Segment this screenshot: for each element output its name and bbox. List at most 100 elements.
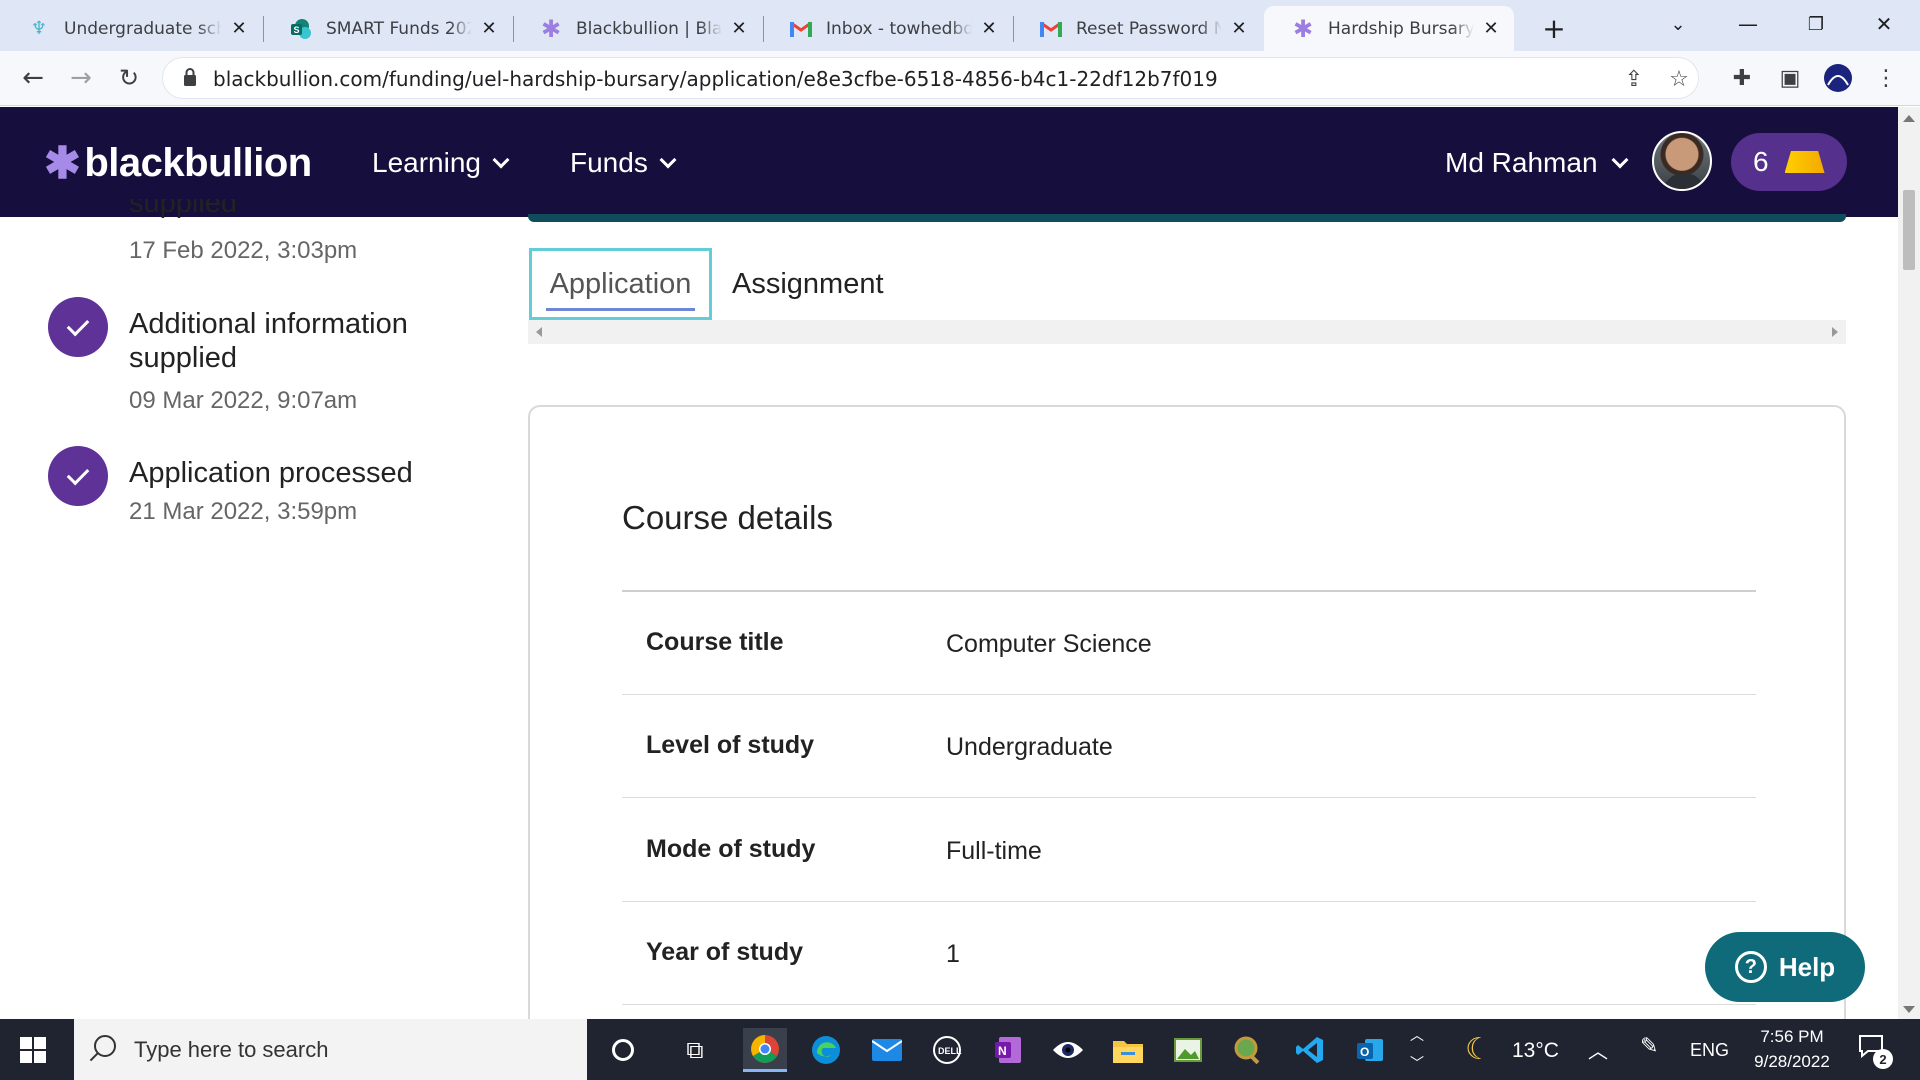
scroll-right-icon[interactable]	[1832, 327, 1838, 337]
lock-icon[interactable]	[183, 67, 197, 87]
nav-learning[interactable]: Learning	[372, 147, 510, 179]
clock-time[interactable]: 7:56 PM	[1752, 1027, 1832, 1047]
detail-row-mode-of-study: Mode of study Full-time	[622, 799, 1756, 902]
timeline-item: Application processed 21 Mar 2022, 3:59p…	[129, 456, 529, 526]
chevron-down-icon	[1611, 151, 1629, 168]
avatar[interactable]	[1652, 131, 1712, 191]
url-text: blackbullion.com/funding/uel-hardship-bu…	[213, 67, 1218, 91]
map-app-icon[interactable]	[1226, 1028, 1270, 1072]
window-close-icon[interactable]: ✕	[1854, 6, 1914, 42]
forward-icon[interactable]: →	[62, 59, 100, 97]
page-scrollbar[interactable]	[1898, 107, 1920, 1019]
browser-tab-inbox[interactable]: Inbox - towhedbds ✕	[762, 6, 1012, 51]
address-bar[interactable]: blackbullion.com/funding/uel-hardship-bu…	[162, 57, 1699, 99]
windows-taskbar: Type here to search ⧉ DELL N O ︿ ﹀ ☾ 13°…	[0, 1019, 1920, 1080]
svg-text:S: S	[294, 25, 300, 35]
bookmark-star-icon[interactable]: ☆	[1664, 65, 1694, 93]
timeline-partial-date: 17 Feb 2022, 3:03pm	[129, 237, 358, 264]
vscode-icon[interactable]	[1288, 1028, 1332, 1072]
browser-tab-blackbullion[interactable]: ✱ Blackbullion | Blackbullion ✕	[512, 6, 762, 51]
tabs-scrollbar[interactable]	[528, 320, 1846, 344]
svg-text:O: O	[1360, 1045, 1369, 1059]
share-icon[interactable]: ⇪	[1619, 65, 1649, 93]
help-button[interactable]: ? Help	[1705, 932, 1865, 1002]
gmail-icon	[790, 18, 812, 40]
taskbar-scroll-up-icon[interactable]: ︿	[1410, 1025, 1424, 1045]
clock-date[interactable]: 9/28/2022	[1745, 1052, 1839, 1072]
chevron-down-icon	[659, 151, 677, 168]
status-banner-edge	[528, 214, 1846, 222]
coins-badge[interactable]: 6	[1731, 133, 1847, 191]
cortana-icon[interactable]	[601, 1028, 645, 1072]
nav-funds-label: Funds	[570, 147, 648, 178]
uel-icon: ♆	[30, 18, 48, 39]
task-view-icon[interactable]: ⧉	[673, 1028, 717, 1072]
blackbullion-icon: ✱	[1292, 14, 1314, 43]
browser-tab-undergraduate[interactable]: ♆ Undergraduate scholarships ✕	[0, 6, 262, 51]
tab-assignment[interactable]: Assignment	[732, 248, 884, 320]
close-tab-icon[interactable]: ✕	[478, 18, 500, 40]
tab-title: Reset Password Notification	[1076, 18, 1222, 39]
check-icon	[48, 446, 108, 506]
help-label: Help	[1778, 951, 1836, 982]
language-indicator[interactable]: ENG	[1690, 1040, 1729, 1061]
timeline-item-date: 09 Mar 2022, 9:07am	[129, 387, 358, 414]
nav-learning-label: Learning	[372, 147, 481, 178]
browser-tab-reset-password[interactable]: Reset Password Notification ✕	[1012, 6, 1262, 51]
check-icon	[48, 297, 108, 357]
close-tab-icon[interactable]: ✕	[978, 18, 1000, 40]
tab-application[interactable]: Application	[529, 248, 712, 320]
svg-text:DELL: DELL	[938, 1046, 962, 1056]
search-icon	[94, 1035, 116, 1057]
blackbullion-logo[interactable]: ✱ blackbullion	[44, 141, 312, 186]
mail-icon[interactable]	[865, 1028, 909, 1072]
taskbar-scroll-down-icon[interactable]: ﹀	[1410, 1053, 1424, 1073]
scrollbar-thumb[interactable]	[1903, 190, 1915, 270]
windows-start-icon[interactable]	[20, 1037, 46, 1063]
nav-funds[interactable]: Funds	[570, 147, 677, 179]
file-explorer-icon[interactable]	[1106, 1028, 1150, 1072]
tab-title: Blackbullion | Blackbullion	[576, 18, 722, 39]
coins-count: 6	[1753, 146, 1769, 177]
gold-bar-icon	[1784, 151, 1825, 173]
scroll-left-icon[interactable]	[536, 327, 542, 337]
moon-weather-icon[interactable]: ☾	[1465, 1032, 1492, 1067]
close-tab-icon[interactable]: ✕	[1228, 18, 1250, 40]
user-menu[interactable]: Md Rahman	[1445, 147, 1629, 179]
browser-tab-hardship-bursary[interactable]: ✱ Hardship Bursary | Blackbullion ✕	[1264, 6, 1514, 51]
chevron-up-icon[interactable]: ︿	[1588, 1035, 1608, 1064]
chrome-menu-icon[interactable]: ⋮	[1868, 60, 1904, 96]
browser-toolbar: ← → ↻ blackbullion.com/funding/uel-hards…	[0, 51, 1920, 106]
scroll-down-icon[interactable]	[1903, 1006, 1915, 1013]
pen-icon[interactable]: ✎	[1640, 1033, 1658, 1059]
new-tab-button[interactable]: +	[1536, 10, 1572, 46]
image-viewer-icon[interactable]	[1166, 1028, 1210, 1072]
browser-tab-smart-funds[interactable]: S SMART Funds 2022 ✕	[262, 6, 512, 51]
extensions-icon[interactable]: ✚	[1724, 60, 1760, 96]
outlook-icon[interactable]: O	[1348, 1028, 1392, 1072]
edge-icon[interactable]	[804, 1028, 848, 1072]
minimize-icon[interactable]: —	[1718, 6, 1778, 42]
close-tab-icon[interactable]: ✕	[728, 18, 750, 40]
reload-icon[interactable]: ↻	[110, 59, 148, 97]
tab-search-icon[interactable]: ⌄	[1648, 6, 1708, 42]
taskbar-search-box[interactable]: Type here to search	[74, 1019, 587, 1080]
close-tab-icon[interactable]: ✕	[228, 18, 250, 40]
profile-icon[interactable]	[1820, 60, 1856, 96]
eye-app-icon[interactable]	[1046, 1028, 1090, 1072]
back-icon[interactable]: ←	[14, 59, 52, 97]
card-title: Course details	[622, 499, 833, 536]
scroll-up-icon[interactable]	[1903, 115, 1915, 122]
detail-row-level-of-study: Level of study Undergraduate	[622, 695, 1756, 798]
close-tab-icon[interactable]: ✕	[1480, 18, 1502, 40]
detail-label: Year of study	[646, 938, 803, 966]
onenote-icon[interactable]: N	[986, 1028, 1030, 1072]
side-panel-icon[interactable]: ▣	[1772, 60, 1808, 96]
chrome-icon[interactable]	[743, 1028, 787, 1072]
tab-title: Undergraduate scholarships	[64, 18, 222, 39]
logo-text: blackbullion	[84, 141, 312, 185]
restore-icon[interactable]: ❐	[1786, 6, 1846, 42]
temperature[interactable]: 13°C	[1512, 1039, 1559, 1063]
notification-count-badge: 2	[1873, 1049, 1893, 1069]
dell-icon[interactable]: DELL	[925, 1028, 969, 1072]
